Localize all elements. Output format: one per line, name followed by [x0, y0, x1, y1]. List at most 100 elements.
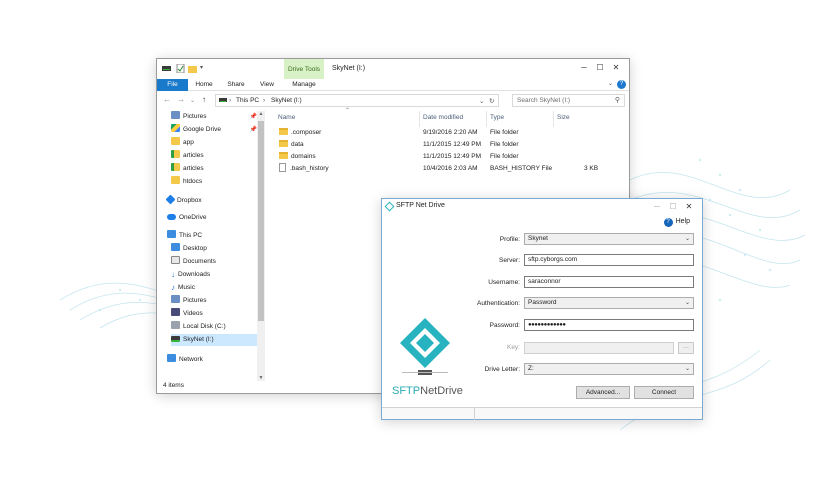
column-header-size[interactable]: Size [557, 114, 570, 121]
new-folder-icon[interactable] [188, 64, 197, 73]
connect-button[interactable]: Connect [634, 386, 694, 399]
search-box[interactable]: Search SkyNet (I:) ⚲ [512, 94, 625, 107]
tab-manage[interactable]: Manage [286, 79, 322, 91]
forward-arrow-icon[interactable]: → [177, 95, 185, 104]
username-input[interactable]: saraconnor [524, 276, 694, 288]
nav-item-skynet[interactable]: SkyNet (I:) [171, 334, 259, 346]
address-bar[interactable]: › This PC › SkyNet (I:) ⌄ ↻ [215, 94, 499, 107]
minimize-button[interactable]: ─ [650, 201, 664, 213]
column-divider[interactable] [553, 111, 554, 127]
pin-icon[interactable]: 📌 [250, 124, 257, 136]
nav-item-label: SkyNet (I:) [183, 336, 214, 343]
nav-item-documents[interactable]: Documents [171, 256, 259, 268]
dialog-status-bar [382, 407, 702, 420]
minimize-button[interactable]: ─ [577, 62, 591, 74]
username-label: Username: [488, 279, 520, 286]
address-dropdown-icon[interactable]: ⌄ [479, 97, 484, 105]
help-label: Help [675, 218, 690, 225]
nav-item-this-pc[interactable]: This PC [167, 230, 255, 242]
nav-item-desktop[interactable]: Desktop [171, 243, 259, 255]
nav-item-pictures-quick[interactable]: Pictures 📌 [171, 111, 259, 123]
password-value: ●●●●●●●●●●●● [528, 322, 566, 328]
column-header-date[interactable]: Date modified [423, 114, 463, 121]
advanced-button[interactable]: Advanced... [576, 386, 630, 399]
chevron-down-icon: ⌄ [684, 300, 690, 306]
nav-item-local-disk[interactable]: Local Disk (C:) [171, 321, 259, 333]
file-size: 3 KB [584, 165, 599, 172]
explorer-title-bar: ▾ Drive Tools SkyNet (I:) ─ ☐ ✕ [157, 59, 629, 79]
quick-access-dropdown-icon[interactable]: ▾ [200, 64, 209, 73]
nav-item-music[interactable]: ♪ Music [171, 282, 259, 294]
file-row[interactable]: .bash_history 10/4/2016 2:03 AM BASH_HIS… [279, 163, 619, 175]
chevron-right-icon: › [229, 97, 232, 104]
tab-home[interactable]: Home [191, 79, 217, 91]
nav-item-articles[interactable]: articles [171, 150, 259, 162]
nav-item-label: articles [183, 165, 204, 172]
computer-icon [167, 230, 176, 238]
file-row[interactable]: data 11/1/2015 12:49 PM File folder [279, 139, 619, 151]
nav-item-videos[interactable]: Videos [171, 308, 259, 320]
tab-file[interactable]: File [157, 79, 188, 91]
nav-item-dropbox[interactable]: Dropbox [165, 194, 255, 207]
breadcrumb-this-pc[interactable]: This PC [236, 97, 259, 104]
file-name: data [291, 141, 304, 148]
refresh-icon[interactable]: ↻ [489, 97, 494, 105]
nav-item-htdocs[interactable]: htdocs [171, 176, 259, 188]
properties-icon[interactable] [176, 63, 185, 74]
search-icon: ⚲ [614, 97, 620, 104]
scrollbar-thumb[interactable] [258, 121, 264, 321]
recent-chevron-down-icon[interactable]: ⌄ [190, 97, 195, 104]
nav-item-label: htdocs [183, 178, 203, 185]
expand-ribbon-icon[interactable]: ⌄ [608, 80, 613, 87]
tab-share[interactable]: Share [223, 79, 249, 91]
nav-item-label: Google Drive [183, 126, 221, 133]
maximize-button[interactable]: ☐ [666, 201, 680, 213]
drive-letter-select[interactable]: Z: ⌄ [524, 363, 694, 375]
nav-item-pictures[interactable]: Pictures [171, 295, 259, 307]
close-button[interactable]: ✕ [609, 62, 623, 74]
folder-icon [171, 137, 180, 145]
nav-item-articles-2[interactable]: articles [171, 163, 259, 175]
file-row[interactable]: domains 11/1/2015 12:49 PM File folder [279, 151, 619, 163]
profile-select[interactable]: Skynet ⌄ [524, 233, 694, 245]
authentication-select[interactable]: Password ⌄ [524, 297, 694, 309]
ribbon-tabs: File Home Share View Manage ⌄ ? [157, 79, 629, 91]
column-header-type[interactable]: Type [490, 114, 504, 121]
brand-wordmark: SFTPNetDrive [392, 385, 463, 397]
server-input[interactable]: sftp.cyborgs.com [524, 254, 694, 266]
pictures-icon [171, 111, 180, 119]
file-date: 9/19/2016 2:20 AM [423, 129, 478, 136]
documents-icon [171, 256, 180, 264]
breadcrumb-skynet[interactable]: SkyNet (I:) [271, 97, 302, 104]
file-type: File folder [490, 141, 519, 148]
file-type: File folder [490, 129, 519, 136]
network-drive-icon [171, 336, 180, 342]
nav-item-network[interactable]: Network [167, 354, 255, 366]
help-icon[interactable]: ? [617, 80, 626, 89]
brand-sftp: SFTP [392, 385, 421, 397]
up-arrow-icon[interactable]: ↑ [202, 95, 206, 104]
maximize-button[interactable]: ☐ [593, 62, 607, 74]
tab-view[interactable]: View [255, 79, 279, 91]
nav-item-onedrive[interactable]: OneDrive [167, 212, 255, 224]
nav-item-label: Documents [183, 258, 216, 265]
column-header-name[interactable]: Name [278, 114, 295, 121]
nav-item-downloads[interactable]: ↓ Downloads [171, 269, 259, 281]
nav-item-label: Downloads [178, 271, 211, 278]
navigation-scrollbar[interactable]: ▲ ▼ [257, 111, 265, 381]
scroll-up-icon[interactable]: ▲ [257, 111, 265, 117]
nav-item-google-drive[interactable]: Google Drive 📌 [171, 124, 259, 136]
key-input[interactable] [524, 342, 674, 354]
pin-icon[interactable]: 📌 [250, 111, 257, 123]
file-row[interactable]: .composer 9/19/2016 2:20 AM File folder [279, 127, 619, 139]
chevron-right-icon: › [263, 97, 266, 104]
column-divider[interactable] [419, 111, 420, 127]
close-button[interactable]: ✕ [682, 201, 696, 213]
column-divider[interactable] [486, 111, 487, 127]
help-link[interactable]: ? Help [663, 218, 690, 227]
nav-item-app[interactable]: app [171, 137, 259, 149]
browse-key-button[interactable]: ... [678, 342, 694, 354]
scroll-down-icon[interactable]: ▼ [257, 375, 265, 381]
back-arrow-icon[interactable]: ← [163, 95, 171, 104]
password-input[interactable]: ●●●●●●●●●●●● [524, 319, 694, 331]
